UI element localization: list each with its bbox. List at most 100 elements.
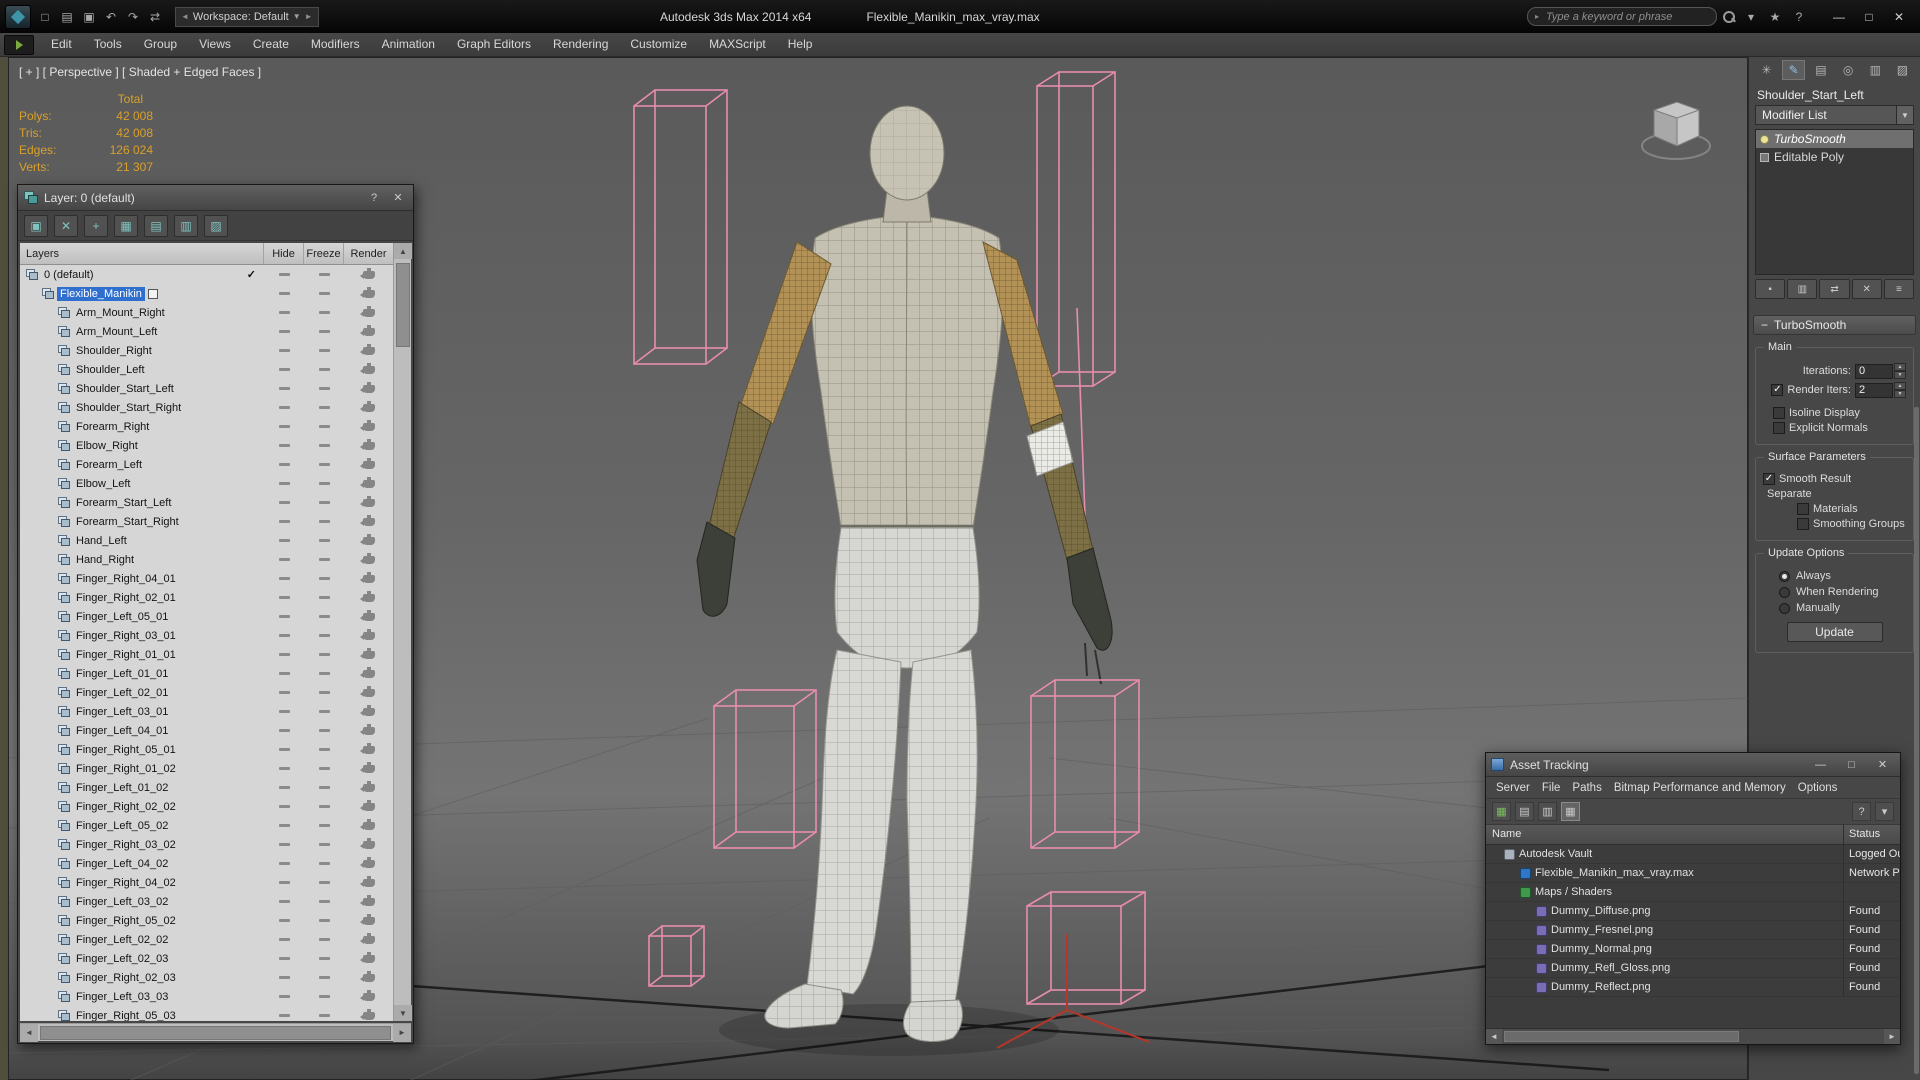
hide-toggle-icon[interactable] [278,786,290,789]
add-selection-to-layer-icon[interactable]: + [84,214,108,237]
asset-row[interactable]: Dummy_Normal.png Found [1486,940,1900,959]
tab-display-icon[interactable]: ▥ [1864,60,1887,80]
scroll-right-icon[interactable]: ► [393,1023,411,1042]
hide-toggle-icon[interactable] [278,387,290,390]
explicit-normals-checkbox[interactable]: ✓ [1773,422,1785,434]
layer-name[interactable]: Finger_Right_03_01 [73,629,179,643]
hide-toggle-icon[interactable] [278,615,290,618]
modifier-stack-row[interactable]: Editable Poly [1756,148,1913,166]
configure-modifier-sets-icon[interactable]: ≡ [1883,279,1915,299]
layer-row[interactable]: Finger_Left_02_01 ✓ [20,683,393,702]
freeze-toggle-icon[interactable] [318,957,330,960]
modifier-icon[interactable] [1760,134,1769,144]
layer-row[interactable]: Finger_Right_05_02 ✓ [20,911,393,930]
layer-properties-icon[interactable]: ▨ [204,214,228,237]
render-toggle-icon[interactable] [359,742,375,754]
save-file-icon[interactable]: ▣ [79,7,99,27]
layer-dialog[interactable]: Layer: 0 (default) ? ✕ ▣ ✕ + ▦ ▤ ▥ ▨ Layers Hi… [17,184,414,1044]
layer-name[interactable]: Finger_Left_03_01 [73,705,171,719]
hide-toggle-icon[interactable] [278,919,290,922]
hide-toggle-icon[interactable] [278,881,290,884]
freeze-toggle-icon[interactable] [318,805,330,808]
menu-item[interactable]: Create [242,33,300,56]
highlight-layer-icon[interactable]: ▥ [174,214,198,237]
show-end-result-icon[interactable]: ▥ [1787,279,1818,299]
asset-row[interactable]: Dummy_Reflect.png Found [1486,978,1900,997]
menu-item[interactable]: Edit [40,33,83,56]
spin-up-icon[interactable]: ▲ [1894,382,1906,390]
new-scene-icon[interactable]: □ [35,7,55,27]
render-toggle-icon[interactable] [359,875,375,887]
freeze-toggle-icon[interactable] [318,368,330,371]
layer-row[interactable]: Finger_Left_02_03 ✓ [20,949,393,968]
render-toggle-icon[interactable] [359,1008,375,1020]
layer-row[interactable]: Finger_Right_02_03 ✓ [20,968,393,987]
viewcube[interactable] [1641,101,1711,160]
freeze-toggle-icon[interactable] [318,349,330,352]
freeze-toggle-icon[interactable] [318,577,330,580]
layer-dialog-titlebar[interactable]: Layer: 0 (default) ? ✕ [18,185,413,211]
view-list-icon[interactable]: ▤ [1515,802,1534,821]
hide-toggle-icon[interactable] [278,976,290,979]
redo-icon[interactable]: ↷ [123,7,143,27]
freeze-toggle-icon[interactable] [318,976,330,979]
render-toggle-icon[interactable] [359,913,375,925]
hide-toggle-icon[interactable] [278,938,290,941]
render-toggle-icon[interactable] [359,666,375,678]
layer-name[interactable]: Finger_Right_02_03 [73,971,179,985]
at-close-icon[interactable]: ✕ [1870,756,1895,773]
tab-utilities-icon[interactable]: ▨ [1891,60,1914,80]
asset-horizontal-scrollbar[interactable]: ◄ ► [1486,1028,1900,1044]
layer-name[interactable]: Finger_Right_05_01 [73,743,179,757]
layer-row[interactable]: Hand_Right ✓ [20,550,393,569]
delete-layer-icon[interactable]: ✕ [54,214,78,237]
layer-name[interactable]: Arm_Mount_Right [73,306,168,320]
materials-checkbox[interactable]: ✓ [1797,503,1809,515]
update-option-radio[interactable]: Manually [1779,602,1908,614]
hide-toggle-icon[interactable] [278,368,290,371]
command-panel-scrollbar[interactable] [1914,407,1919,1074]
layer-row[interactable]: Shoulder_Start_Right ✓ [20,398,393,417]
render-toggle-icon[interactable] [359,514,375,526]
tab-create-icon[interactable]: ✳ [1755,60,1778,80]
maximize-button[interactable]: □ [1854,6,1884,28]
project-folder-icon[interactable]: ⇄ [145,7,165,27]
hide-toggle-icon[interactable] [278,995,290,998]
view-grid-icon[interactable]: ▥ [1538,802,1557,821]
layer-row[interactable]: Finger_Right_04_02 ✓ [20,873,393,892]
layer-row[interactable]: Finger_Right_03_01 ✓ [20,626,393,645]
freeze-toggle-icon[interactable] [318,672,330,675]
render-toggle-icon[interactable] [359,476,375,488]
communication-center-icon[interactable]: ▾ [1741,7,1761,27]
render-toggle-icon[interactable] [359,685,375,697]
remove-modifier-icon[interactable]: ✕ [1851,279,1882,299]
render-toggle-icon[interactable] [359,970,375,982]
menu-item[interactable]: Modifiers [300,33,371,56]
layer-name[interactable]: Finger_Right_04_01 [73,572,179,586]
freeze-toggle-icon[interactable] [318,596,330,599]
freeze-toggle-icon[interactable] [318,995,330,998]
layer-row[interactable]: Flexible_Manikin ✓ [20,284,393,303]
layer-row[interactable]: Finger_Left_01_02 ✓ [20,778,393,797]
pin-stack-icon[interactable]: ▪ [1755,279,1786,299]
modifier-list-dropdown[interactable]: Modifier List ▼ [1755,105,1914,125]
render-toggle-icon[interactable] [359,533,375,545]
layer-row[interactable]: Elbow_Left ✓ [20,474,393,493]
layer-name[interactable]: Finger_Left_01_02 [73,781,171,795]
menu-item[interactable]: Rendering [542,33,619,56]
layer-name[interactable]: Forearm_Left [73,458,145,472]
render-toggle-icon[interactable] [359,932,375,944]
render-toggle-icon[interactable] [359,286,375,298]
layer-row[interactable]: Finger_Left_03_02 ✓ [20,892,393,911]
freeze-toggle-icon[interactable] [318,558,330,561]
scroll-right-icon[interactable]: ► [1884,1029,1900,1044]
render-toggle-icon[interactable] [359,894,375,906]
freeze-toggle-icon[interactable] [318,786,330,789]
layer-row[interactable]: Finger_Left_02_02 ✓ [20,930,393,949]
layer-name[interactable]: Finger_Right_01_02 [73,762,179,776]
render-toggle-icon[interactable] [359,780,375,792]
render-toggle-icon[interactable] [359,837,375,849]
spin-up-icon[interactable]: ▲ [1894,363,1906,371]
layer-name[interactable]: Arm_Mount_Left [73,325,160,339]
hide-toggle-icon[interactable] [278,824,290,827]
